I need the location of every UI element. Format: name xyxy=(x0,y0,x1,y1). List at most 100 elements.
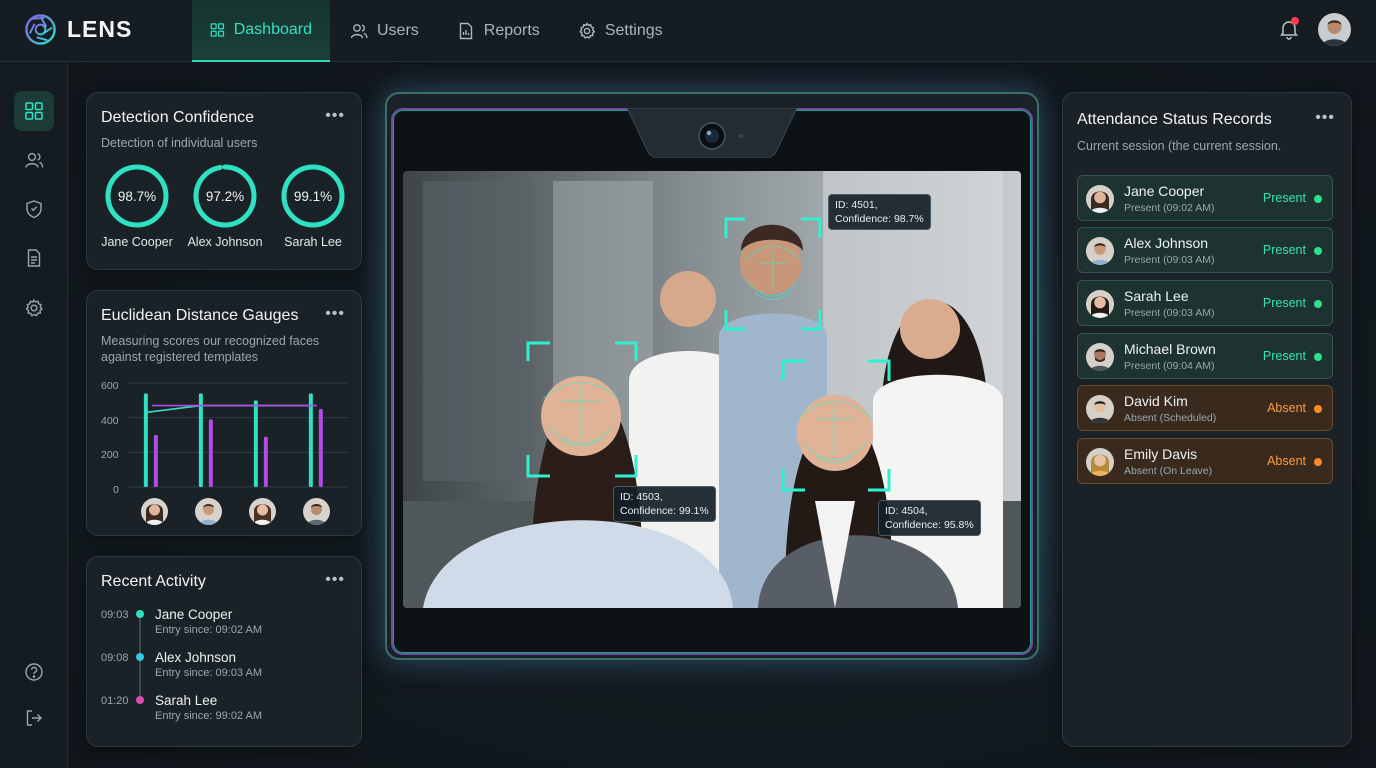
sidebar-item-help[interactable] xyxy=(14,652,54,692)
attendee-name: David Kim xyxy=(1124,393,1188,409)
gauge-value: 98.7% xyxy=(118,189,156,204)
status-badge: Absent xyxy=(1267,454,1306,468)
activity-time: 09:03 xyxy=(101,609,129,621)
bar xyxy=(208,419,213,487)
status-dot xyxy=(136,653,144,661)
attendance-row[interactable]: Michael Brown Present (09:04 AM) Present xyxy=(1077,333,1333,379)
help-icon xyxy=(25,663,43,681)
more-options-icon[interactable]: ••• xyxy=(325,107,345,125)
status-badge: Present xyxy=(1262,296,1306,310)
gauge-name: Jane Cooper xyxy=(101,235,173,249)
bar xyxy=(198,393,203,487)
status-dot xyxy=(1314,405,1322,413)
avatar xyxy=(1086,343,1114,371)
nav-label: Reports xyxy=(483,22,540,39)
attendance-row[interactable]: Emily Davis Absent (On Leave) Absent xyxy=(1077,438,1333,484)
chart-avatar xyxy=(249,498,276,525)
y-tick: 0 xyxy=(113,484,119,496)
status-dot xyxy=(136,696,144,704)
grid-icon xyxy=(210,23,225,37)
more-options-icon[interactable]: ••• xyxy=(325,571,345,589)
avatar xyxy=(1086,237,1114,265)
attendee-name: Jane Cooper xyxy=(1124,183,1205,199)
status-badge: Present xyxy=(1262,243,1306,257)
sidebar-item-dashboard[interactable] xyxy=(14,91,54,131)
sidebar-item-logout[interactable] xyxy=(14,698,54,738)
gear-icon xyxy=(579,22,596,39)
sidebar-item-documents[interactable] xyxy=(14,238,54,278)
chart-avatar xyxy=(303,498,330,525)
distance-chart xyxy=(129,382,349,488)
card-title: Recent Activity xyxy=(101,573,206,590)
bar xyxy=(153,435,158,487)
face-id: ID: 4504, xyxy=(885,505,928,517)
face-confidence: Confidence: 98.7% xyxy=(835,213,924,225)
face-confidence: Confidence: 95.8% xyxy=(885,519,974,531)
attendance-row[interactable]: Sarah Lee Present (09:03 AM) Present xyxy=(1077,280,1333,326)
sidebar-item-security[interactable] xyxy=(14,189,54,229)
attendee-detail: Present (09:03 AM) xyxy=(1124,254,1215,266)
attendance-card: Attendance Status Records Current sessio… xyxy=(1062,92,1352,747)
status-dot xyxy=(1314,300,1322,308)
card-subtitle: Detection of individual users xyxy=(101,136,258,150)
nav-settings[interactable]: Settings xyxy=(560,0,681,62)
nav-label: Settings xyxy=(604,22,663,39)
face-label: ID: 4501, Confidence: 98.7% xyxy=(828,194,931,230)
attendee-detail: Present (09:02 AM) xyxy=(1124,202,1215,214)
status-dot xyxy=(1314,353,1322,361)
card-subtitle: Measuring scores our recognized faces xyxy=(101,334,320,348)
bar xyxy=(143,393,148,487)
logout-icon xyxy=(26,710,42,726)
status-badge: Present xyxy=(1262,191,1306,205)
status-dot xyxy=(1314,195,1322,203)
avatar xyxy=(1086,290,1114,318)
status-badge: Absent xyxy=(1267,401,1306,415)
activity-time: 09:08 xyxy=(101,652,129,664)
report-icon xyxy=(459,22,472,40)
user-avatar[interactable] xyxy=(1318,13,1351,46)
users-icon xyxy=(350,24,368,39)
attendee-detail: Present (09:04 AM) xyxy=(1124,360,1215,372)
more-options-icon[interactable]: ••• xyxy=(325,305,345,323)
status-dot xyxy=(136,610,144,618)
card-subtitle: Current session (the current session. xyxy=(1077,139,1282,153)
attendance-row[interactable]: Alex Johnson Present (09:03 AM) Present xyxy=(1077,227,1333,273)
confidence-gauge: 97.2% xyxy=(192,163,258,229)
attendance-row[interactable]: David Kim Absent (Scheduled) Absent xyxy=(1077,385,1333,431)
main-nav: Dashboard Users Reports Settings xyxy=(192,0,683,62)
aperture-logo-icon xyxy=(25,14,56,45)
nav-users[interactable]: Users xyxy=(332,0,437,62)
face-confidence: Confidence: 99.1% xyxy=(620,505,709,517)
card-title: Attendance Status Records xyxy=(1077,111,1272,128)
activity-detail: Entry since: 09:02 AM xyxy=(155,624,262,636)
document-icon xyxy=(27,249,41,267)
grid-icon xyxy=(25,102,43,120)
bar xyxy=(308,393,313,487)
attendee-detail: Absent (Scheduled) xyxy=(1124,412,1217,424)
face-id: ID: 4501, xyxy=(835,199,878,211)
notification-badge xyxy=(1291,17,1299,25)
confidence-gauge: 98.7% xyxy=(104,163,170,229)
gauge-value: 99.1% xyxy=(294,189,332,204)
sidebar-item-settings[interactable] xyxy=(14,288,54,328)
bar xyxy=(253,400,258,487)
activity-detail: Entry since: 09:03 AM xyxy=(155,667,262,679)
y-tick: 200 xyxy=(101,449,119,461)
gear-icon xyxy=(25,298,44,317)
nav-reports[interactable]: Reports xyxy=(439,0,558,62)
sidebar-item-users[interactable] xyxy=(14,140,54,180)
status-dot xyxy=(1314,458,1322,466)
attendance-row[interactable]: Jane Cooper Present (09:02 AM) Present xyxy=(1077,175,1333,221)
nav-dashboard[interactable]: Dashboard xyxy=(192,0,330,62)
chart-avatar xyxy=(141,498,168,525)
confidence-gauge: 99.1% xyxy=(280,163,346,229)
y-tick: 400 xyxy=(101,415,119,427)
logo[interactable]: LENS xyxy=(24,13,132,46)
attendee-name: Sarah Lee xyxy=(1124,288,1189,304)
sidebar xyxy=(0,62,68,768)
webcam-icon xyxy=(627,108,797,158)
more-options-icon[interactable]: ••• xyxy=(1315,109,1335,127)
activity-detail: Entry since: 99:02 AM xyxy=(155,710,262,722)
attendee-name: Emily Davis xyxy=(1124,446,1198,462)
attendee-detail: Absent (On Leave) xyxy=(1124,465,1213,477)
